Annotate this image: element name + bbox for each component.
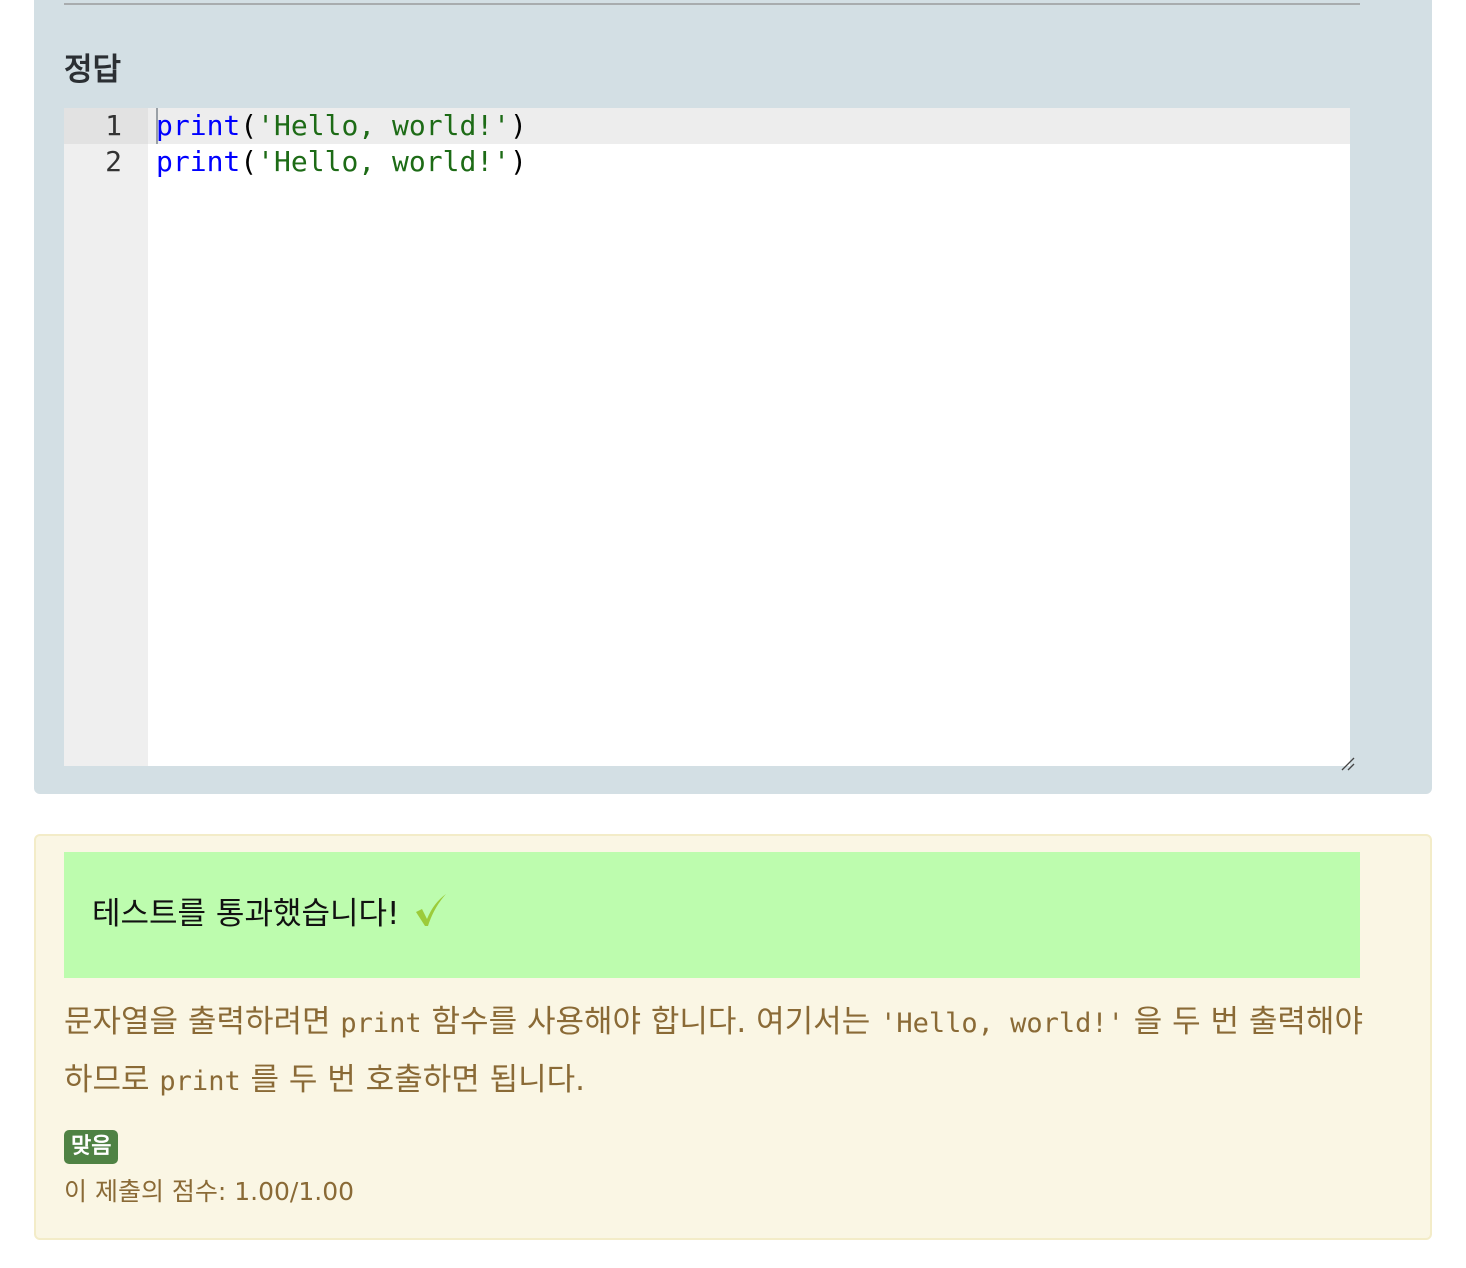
explanation-text: 문자열을 출력하려면 print 함수를 사용해야 합니다. 여기서는 'Hel… [64, 994, 1364, 1110]
feedback-panel: 테스트를 통과했습니다! 문자열을 출력하려면 print 함수를 사용해야 합… [34, 834, 1432, 1240]
explanation-segment: 함수를 사용해야 합니다. 여기서는 [421, 1004, 881, 1040]
status-badge: 맞음 [64, 1130, 119, 1164]
code-paren-close: ) [510, 109, 527, 142]
inline-code: 'Hello, world!' [880, 1008, 1124, 1039]
code-paren-open: ( [240, 145, 258, 178]
text-cursor [156, 108, 158, 144]
code-string: 'Hello, world!' [257, 109, 511, 142]
explanation-segment: 문자열을 출력하려면 [64, 1004, 341, 1040]
answer-panel: 정답 1 print('Hello, world!') 2 print('Hel… [34, 0, 1432, 794]
line-number-gutter [64, 108, 148, 766]
code-line[interactable]: 1 print('Hello, world!') [64, 108, 1350, 144]
code-line[interactable]: 2 print('Hello, world!') [64, 144, 1350, 180]
code-paren-open: ( [240, 109, 258, 142]
code-editor[interactable]: 1 print('Hello, world!') 2 print('Hello,… [64, 108, 1350, 766]
checkmark-icon [414, 892, 448, 928]
code-text[interactable]: print('Hello, world!') [156, 108, 527, 144]
code-string: 'Hello, world!' [257, 145, 511, 178]
pass-message: 테스트를 통과했습니다! [92, 896, 400, 932]
line-number: 1 [64, 108, 148, 144]
inline-code: print [159, 1066, 241, 1097]
code-keyword: print [156, 109, 241, 142]
code-keyword: print [156, 145, 241, 178]
code-text[interactable]: print('Hello, world!') [156, 144, 527, 180]
code-paren-close: ) [510, 145, 527, 178]
test-result-box: 테스트를 통과했습니다! [64, 852, 1360, 978]
inline-code: print [340, 1008, 422, 1039]
resize-handle-icon[interactable] [1340, 756, 1356, 772]
score-text: 이 제출의 점수: 1.00/1.00 [64, 1177, 355, 1206]
explanation-segment: 를 두 번 호출하면 됩니다. [240, 1062, 586, 1098]
answer-heading: 정답 [64, 52, 122, 88]
divider [64, 3, 1360, 5]
line-number: 2 [105, 145, 122, 178]
